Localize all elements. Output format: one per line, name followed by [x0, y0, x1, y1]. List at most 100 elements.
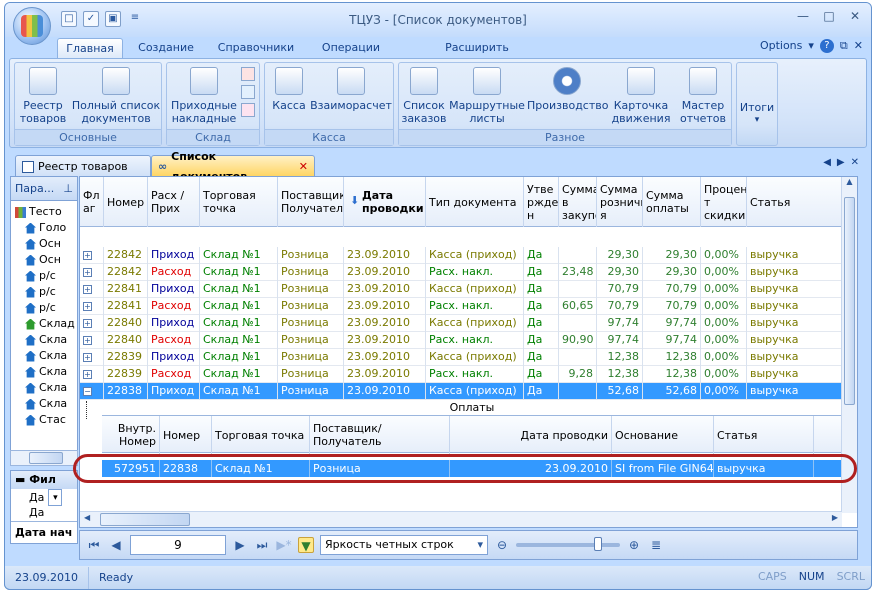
expand-icon[interactable]: +: [83, 319, 92, 328]
column-header[interactable]: Торговая точка: [200, 177, 278, 227]
production-button[interactable]: Производство: [527, 67, 608, 112]
expand-cell[interactable]: +: [80, 315, 104, 332]
vscroll-thumb[interactable]: [844, 197, 855, 405]
restore-icon[interactable]: ⧉: [840, 39, 848, 53]
orders-list-button[interactable]: Список заказов: [401, 67, 447, 125]
column-header[interactable]: Статья: [747, 177, 842, 227]
maximize-button[interactable]: □: [817, 7, 841, 25]
close-button[interactable]: ✕: [843, 7, 867, 25]
tab-spravochniki[interactable]: Справочники: [211, 38, 301, 59]
payments-column-header[interactable]: Номер: [160, 416, 212, 454]
zoom-in-icon[interactable]: ⊕: [626, 537, 642, 553]
tab-sozdanie[interactable]: Создание: [131, 38, 201, 59]
collapse-icon[interactable]: ▬: [15, 473, 29, 486]
small-tool-icon-1[interactable]: [241, 67, 255, 81]
expand-cell[interactable]: +: [80, 332, 104, 349]
tree-item[interactable]: Стас: [11, 412, 77, 428]
incoming-invoices-button[interactable]: Приходные накладные: [169, 67, 239, 125]
doc-tab-spisok[interactable]: ∞ Список документов ✕: [151, 150, 315, 183]
expand-icon[interactable]: +: [83, 285, 92, 294]
scroll-left-icon[interactable]: ◀: [84, 513, 90, 522]
tree-item[interactable]: Скла: [11, 396, 77, 412]
scroll-right-icon[interactable]: ▶: [832, 513, 838, 522]
payments-column-header[interactable]: Торговая точка: [212, 416, 310, 454]
next-page-icon[interactable]: ▶: [232, 537, 248, 553]
expand-cell[interactable]: +: [80, 264, 104, 281]
prev-page-icon[interactable]: ◀: [108, 537, 124, 553]
full-list-button[interactable]: Полный список документов: [71, 67, 161, 125]
tree-item[interactable]: Скла: [11, 332, 77, 348]
small-tool-icon-3[interactable]: [241, 103, 255, 117]
tree-item[interactable]: р/с: [11, 268, 77, 284]
payments-column-header[interactable]: Внутр. Номер: [102, 416, 160, 454]
tab-operacii[interactable]: Операции: [313, 38, 389, 59]
expand-cell[interactable]: +: [80, 298, 104, 315]
column-header[interactable]: Сумма в закупо: [559, 177, 597, 227]
tab-rasshirit[interactable]: Расширить возможности...: [401, 38, 553, 74]
hscroll-thumb[interactable]: [100, 513, 190, 526]
page-number-input[interactable]: 9: [130, 535, 226, 555]
column-header[interactable]: Процен т скидки,: [701, 177, 747, 227]
column-header[interactable]: Поставщик/ Получатель: [278, 177, 344, 227]
last-page-icon[interactable]: ⏭: [254, 537, 270, 553]
doc-tab-reestr[interactable]: Реестр товаров: [15, 155, 151, 177]
column-header[interactable]: Номер: [104, 177, 148, 227]
table-row[interactable]: +22840 Приход Склад №1 Розница 23.09.2010 Кас…: [80, 315, 842, 332]
table-row[interactable]: +22839 Расход Склад №1 Розница 23.09.2010 Рас…: [80, 366, 842, 383]
payments-column-header[interactable]: Статья: [714, 416, 814, 454]
left-hscroll-thumb[interactable]: [29, 452, 63, 464]
new-record-icon[interactable]: ▶*: [276, 537, 292, 553]
tree-item[interactable]: Тесто: [11, 204, 77, 220]
expand-icon[interactable]: +: [83, 336, 92, 345]
tree-item[interactable]: Скла: [11, 380, 77, 396]
table-row[interactable]: +22841 Приход Склад №1 Розница 23.09.2010 Кас…: [80, 281, 842, 298]
tree-item[interactable]: Осн: [11, 252, 77, 268]
payments-column-header[interactable]: Поставщик/Получатель: [310, 416, 450, 454]
tree-item[interactable]: Голо: [11, 220, 77, 236]
expand-cell[interactable]: +: [80, 247, 104, 264]
table-row[interactable]: − 22838 Приход Склад №1 Розница 23.09.2010 Кас…: [80, 383, 842, 400]
minimize-button[interactable]: —: [791, 7, 815, 25]
expand-cell[interactable]: +: [80, 349, 104, 366]
table-row[interactable]: +22839 Приход Склад №1 Розница 23.09.2010 Кас…: [80, 349, 842, 366]
help-icon[interactable]: ?: [819, 39, 834, 53]
tab-close-all-icon[interactable]: ✕: [851, 157, 859, 168]
tree-item[interactable]: Скла: [11, 348, 77, 364]
column-header[interactable]: Тип документа: [426, 177, 524, 227]
pin-icon[interactable]: ⊥: [63, 182, 73, 195]
column-header[interactable]: Сумма оплаты: [643, 177, 701, 227]
expand-icon[interactable]: +: [83, 370, 92, 379]
filter-dropdown[interactable]: ▾: [48, 489, 63, 506]
payments-column-header[interactable]: Основание: [612, 416, 714, 454]
expand-icon[interactable]: +: [83, 251, 92, 260]
table-row[interactable]: +22842 Приход Склад №1 Розница 23.09.2010 Кас…: [80, 247, 842, 264]
table-row[interactable]: +22842 Расход Склад №1 Розница 23.09.2010 Рас…: [80, 264, 842, 281]
options-menu[interactable]: Options: [760, 39, 802, 53]
scroll-up-icon[interactable]: ▲: [842, 177, 857, 186]
route-sheets-button[interactable]: Маршрутные листы: [449, 67, 525, 125]
expand-icon[interactable]: +: [83, 268, 92, 277]
expand-cell[interactable]: −: [80, 383, 104, 400]
table-row[interactable]: +22840 Расход Склад №1 Розница 23.09.2010 Рас…: [80, 332, 842, 349]
tree-item[interactable]: Скла: [11, 364, 77, 380]
column-header[interactable]: Фл аг: [80, 177, 104, 227]
tree-item[interactable]: р/с: [11, 284, 77, 300]
left-hscroll[interactable]: [10, 450, 78, 466]
tab-prev-icon[interactable]: ◀: [823, 157, 831, 168]
app-orb-button[interactable]: [13, 7, 51, 45]
tree-item[interactable]: Склад: [11, 316, 77, 332]
movement-card-button[interactable]: Карточка движения: [609, 67, 673, 125]
expand-cell[interactable]: +: [80, 281, 104, 298]
zoom-slider-knob[interactable]: [594, 537, 602, 551]
zoom-out-icon[interactable]: ⊖: [494, 537, 510, 553]
column-header[interactable]: Расх / Прих: [148, 177, 200, 227]
reestr-button[interactable]: Реестр товаров: [17, 67, 69, 125]
expand-icon[interactable]: +: [83, 302, 92, 311]
column-header[interactable]: Утве ржде н: [524, 177, 559, 227]
filter-icon[interactable]: ▼: [298, 537, 314, 553]
columns-icon[interactable]: ≣: [648, 537, 664, 553]
mdi-close-icon[interactable]: ✕: [854, 39, 863, 53]
expand-icon[interactable]: +: [83, 353, 92, 362]
column-header[interactable]: Сумма рознична я: [597, 177, 643, 227]
first-page-icon[interactable]: ⏮: [86, 537, 102, 553]
